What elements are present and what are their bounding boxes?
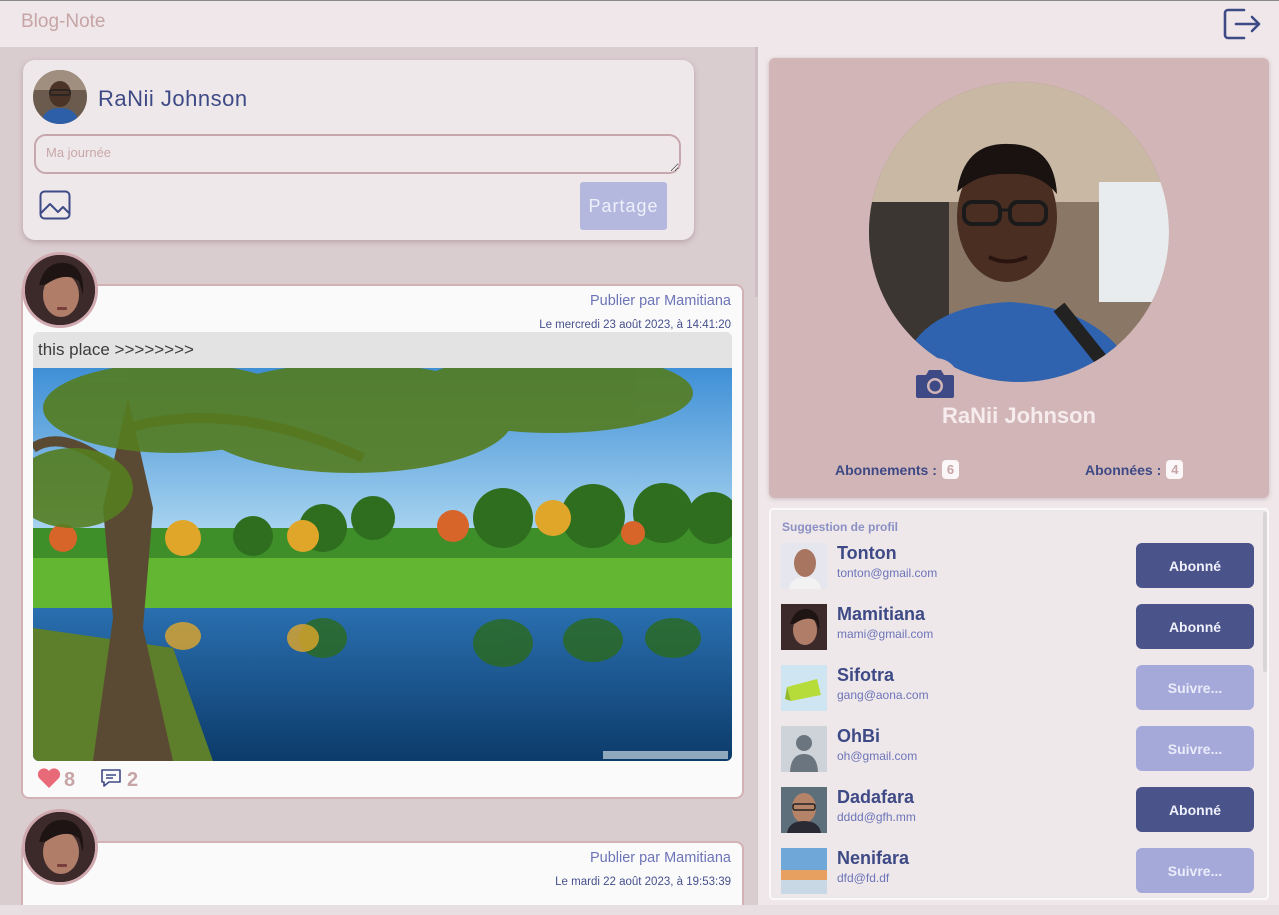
- app-title[interactable]: Blog-Note: [21, 11, 106, 33]
- suggestions-title: Suggestion de profil: [782, 520, 898, 534]
- list-item: Sifotra gang@aona.com Suivre...: [781, 665, 1257, 713]
- followers-label: Abonnées :: [1085, 461, 1162, 478]
- followers-count: 4: [1166, 460, 1184, 479]
- follow-button[interactable]: Suivre...: [1136, 726, 1254, 771]
- post-author[interactable]: Publier par Mamitiana: [590, 850, 731, 866]
- following-button[interactable]: Abonné: [1136, 787, 1254, 832]
- comment-icon: [99, 766, 123, 794]
- post-card: Publier par Mamitiana Le mardi 22 août 2…: [21, 841, 744, 915]
- profile-name: RaNii Johnson: [941, 403, 1096, 428]
- camera-icon[interactable]: [910, 358, 960, 408]
- list-item: Nenifara dfd@fd.df Suivre...: [781, 848, 1257, 896]
- post-image[interactable]: [33, 368, 732, 761]
- like-button[interactable]: 8: [36, 766, 75, 794]
- list-item: Tonton tonton@gmail.com Abonné: [781, 543, 1257, 591]
- post-date: Le mercredi 23 août 2023, à 14:41:20: [539, 319, 731, 331]
- profile-photo[interactable]: [869, 82, 1169, 382]
- top-bar: Blog-Note: [0, 0, 1279, 47]
- post-author[interactable]: Publier par Mamitiana: [590, 293, 731, 309]
- avatar[interactable]: [781, 604, 827, 650]
- avatar[interactable]: [781, 665, 827, 711]
- post-date: Le mardi 22 août 2023, à 19:53:39: [555, 876, 731, 888]
- suggestion-name[interactable]: Nenifara: [837, 848, 909, 869]
- suggestion-name[interactable]: Dadafara: [837, 787, 914, 808]
- suggestion-email: oh@gmail.com: [837, 749, 918, 763]
- logout-icon[interactable]: [1222, 5, 1262, 43]
- follow-button[interactable]: Suivre...: [1136, 848, 1254, 893]
- avatar[interactable]: [781, 787, 827, 833]
- comment-count: 2: [127, 768, 139, 791]
- post-card: Publier par Mamitiana Le mercredi 23 aoû…: [21, 284, 744, 799]
- share-button[interactable]: Partage: [580, 182, 667, 230]
- image-icon[interactable]: [38, 188, 72, 222]
- list-item: OhBi oh@gmail.com Suivre...: [781, 726, 1257, 774]
- following-button[interactable]: Abonné: [1136, 543, 1254, 588]
- suggestion-email: mami@gmail.com: [837, 627, 934, 641]
- following-count: 6: [941, 460, 960, 479]
- avatar[interactable]: [22, 809, 98, 885]
- composer-username: RaNii Johnson: [98, 86, 248, 111]
- follow-button[interactable]: Suivre...: [1136, 665, 1254, 710]
- following-label: Abonnements :: [835, 461, 937, 478]
- suggestion-email: gang@aona.com: [837, 688, 929, 702]
- suggestion-email: dddd@gfh.mm: [837, 810, 916, 824]
- suggestion-name[interactable]: Tonton: [837, 543, 897, 564]
- profile-card: RaNii Johnson Abonnements : 6 Abonnées :…: [769, 58, 1269, 498]
- default-user-icon[interactable]: [781, 726, 827, 772]
- comment-button[interactable]: 2: [99, 766, 138, 794]
- suggestion-name[interactable]: Sifotra: [837, 665, 894, 686]
- post-text-input[interactable]: [34, 134, 681, 174]
- avatar[interactable]: [22, 252, 98, 328]
- following-stat[interactable]: Abonnements : 6: [835, 460, 960, 479]
- suggestion-email: tonton@gmail.com: [837, 566, 938, 580]
- followers-stat[interactable]: Abonnées : 4: [1085, 460, 1184, 479]
- like-count: 8: [64, 768, 76, 791]
- feed-column[interactable]: RaNii Johnson Partage Publier par Mamiti…: [0, 47, 757, 915]
- following-button[interactable]: Abonné: [1136, 604, 1254, 649]
- list-item: Mamitiana mami@gmail.com Abonné: [781, 604, 1257, 652]
- suggestion-email: dfd@fd.df: [837, 871, 890, 885]
- bottom-strip: [0, 905, 1279, 915]
- suggestion-name[interactable]: Mamitiana: [837, 604, 925, 625]
- list-item: Dadafara dddd@gfh.mm Abonné: [781, 787, 1257, 835]
- post-caption: this place >>>>>>>>: [33, 332, 732, 368]
- heart-icon: [36, 766, 62, 794]
- profile-suggestions[interactable]: Suggestion de profil Tonton tonton@gmail…: [769, 508, 1269, 900]
- suggestions-scrollbar[interactable]: [1263, 512, 1267, 672]
- avatar[interactable]: [781, 543, 827, 589]
- avatar[interactable]: [33, 70, 87, 124]
- avatar[interactable]: [781, 848, 827, 894]
- post-composer: RaNii Johnson Partage: [23, 60, 694, 240]
- suggestion-name[interactable]: OhBi: [837, 726, 880, 747]
